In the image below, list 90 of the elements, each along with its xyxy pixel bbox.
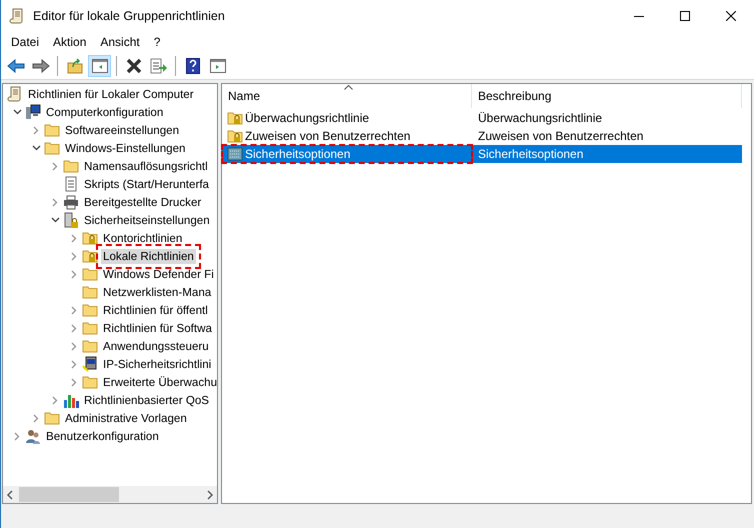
- expand-chevron-icon[interactable]: [33, 126, 39, 134]
- tree-item[interactable]: Richtlinien für Softwa: [101, 320, 214, 336]
- locked-folder-icon: [227, 110, 243, 126]
- expand-chevron-icon[interactable]: [71, 306, 77, 314]
- expand-chevron-icon[interactable]: [71, 270, 77, 278]
- expand-chevron-icon[interactable]: [52, 396, 58, 404]
- expand-chevron-icon[interactable]: [71, 360, 77, 368]
- tree-item[interactable]: Anwendungssteueru: [101, 338, 211, 354]
- expand-chevron-icon[interactable]: [52, 162, 58, 170]
- bar-chart-icon: [63, 392, 79, 408]
- item-name: Überwachungsrichtlinie: [245, 111, 370, 125]
- menu-item[interactable]: Ansicht: [93, 31, 147, 52]
- show-tree-icon: [92, 58, 108, 72]
- menu-item[interactable]: ?: [146, 31, 168, 52]
- locked-folder-icon: [82, 230, 98, 246]
- folder-icon: [82, 374, 98, 390]
- tree-item[interactable]: Skripts (Start/Herunterfa: [82, 176, 211, 192]
- maximize-icon: [680, 10, 690, 20]
- tree-item[interactable]: Windows-Einstellungen: [63, 140, 188, 156]
- users-icon: [25, 428, 41, 444]
- collapse-chevron-icon[interactable]: [32, 145, 40, 151]
- menu-item[interactable]: Datei: [4, 31, 46, 52]
- expand-chevron-icon[interactable]: [71, 324, 77, 332]
- tree-item[interactable]: Richtlinien für Lokaler Computer: [26, 86, 196, 102]
- tree-item[interactable]: Benutzerkonfiguration: [44, 428, 161, 444]
- tree-item[interactable]: Windows Defender Fi: [101, 266, 216, 282]
- item-description: Sicherheitsoptionen: [477, 147, 584, 161]
- expand-chevron-icon[interactable]: [71, 378, 77, 386]
- list-row[interactable]: Überwachungsrichtlinie Überwachungsrichtlinie: [222, 109, 742, 127]
- script-icon: [63, 176, 79, 192]
- tree-item[interactable]: Erweiterte Überwachu: [101, 374, 217, 390]
- list-row[interactable]: Zuweisen von Benutzerrechten Zuweisen von Benutzerrechten: [222, 127, 742, 145]
- scroll-icon: [9, 8, 25, 24]
- help-icon: [186, 58, 200, 74]
- collapse-chevron-icon[interactable]: [50, 217, 60, 223]
- tree-item[interactable]: Richtlinien für öffentl: [101, 302, 210, 318]
- computer-icon: [25, 104, 41, 120]
- show-action-pane-icon: [210, 58, 226, 72]
- window-title: Editor für lokale Gruppenrichtlinien: [33, 8, 226, 22]
- scrollbar-thumb[interactable]: [19, 487, 119, 502]
- folder-icon: [44, 140, 60, 156]
- column-header[interactable]: Name: [222, 84, 472, 108]
- expand-chevron-icon[interactable]: [71, 252, 77, 260]
- tree-item[interactable]: Administrative Vorlagen: [63, 410, 189, 426]
- tree-item[interactable]: Sicherheitseinstellungen: [82, 212, 212, 228]
- tree-item[interactable]: Namensauflösungsrichtl: [82, 158, 210, 174]
- folder-icon: [82, 266, 98, 282]
- folder-icon: [82, 338, 98, 354]
- printer-icon: [63, 194, 79, 210]
- expand-chevron-icon[interactable]: [71, 342, 77, 350]
- tree-item[interactable]: Richtlinienbasierter QoS: [82, 392, 212, 408]
- folder-up-icon: [66, 58, 82, 74]
- tree-item[interactable]: Kontorichtlinien: [101, 230, 184, 246]
- monitor-key-icon: [82, 356, 98, 372]
- locked-folder-icon: [227, 128, 243, 144]
- tree-item[interactable]: Softwareeinstellungen: [63, 122, 182, 138]
- item-name: Sicherheitsoptionen: [245, 147, 350, 161]
- tree-item[interactable]: Lokale Richtlinien: [101, 248, 196, 264]
- item-description: Überwachungsrichtlinie: [477, 111, 602, 125]
- forward-arrow-icon: [32, 58, 50, 72]
- tree-item[interactable]: Computerkonfiguration: [44, 104, 166, 120]
- locked-folder-icon: [82, 248, 98, 264]
- collapse-chevron-icon[interactable]: [12, 109, 22, 115]
- expand-chevron-icon[interactable]: [14, 432, 20, 440]
- folder-icon: [82, 320, 98, 336]
- scroll-icon: [7, 86, 23, 102]
- close-icon: [726, 10, 736, 20]
- expand-chevron-icon[interactable]: [71, 234, 77, 242]
- folder-icon: [44, 122, 60, 138]
- tree-item[interactable]: Bereitgestellte Drucker: [82, 194, 204, 210]
- horizontal-scrollbar[interactable]: [3, 486, 217, 503]
- column-header[interactable]: Beschreibung: [472, 84, 742, 108]
- folder-icon: [44, 410, 60, 426]
- item-description: Zuweisen von Benutzerrechten: [477, 129, 644, 143]
- tree-item[interactable]: IP-Sicherheitsrichtlini: [101, 356, 214, 372]
- sort-ascending-icon: [344, 85, 353, 90]
- server-lock-icon: [63, 212, 79, 228]
- expand-chevron-icon[interactable]: [52, 198, 58, 206]
- tree-item[interactable]: Netzwerklisten-Mana: [101, 284, 214, 300]
- menu-item[interactable]: Aktion: [46, 31, 94, 52]
- delete-icon: [126, 58, 142, 74]
- folder-icon: [82, 302, 98, 318]
- back-arrow-icon: [6, 58, 24, 72]
- settings-icon: [227, 146, 243, 162]
- folder-icon: [63, 158, 79, 174]
- list-row[interactable]: Sicherheitsoptionen Sicherheitsoptionen: [222, 145, 742, 163]
- export-list-icon: [150, 58, 168, 74]
- folder-icon: [82, 284, 98, 300]
- item-name: Zuweisen von Benutzerrechten: [245, 129, 410, 143]
- expand-chevron-icon[interactable]: [33, 414, 39, 422]
